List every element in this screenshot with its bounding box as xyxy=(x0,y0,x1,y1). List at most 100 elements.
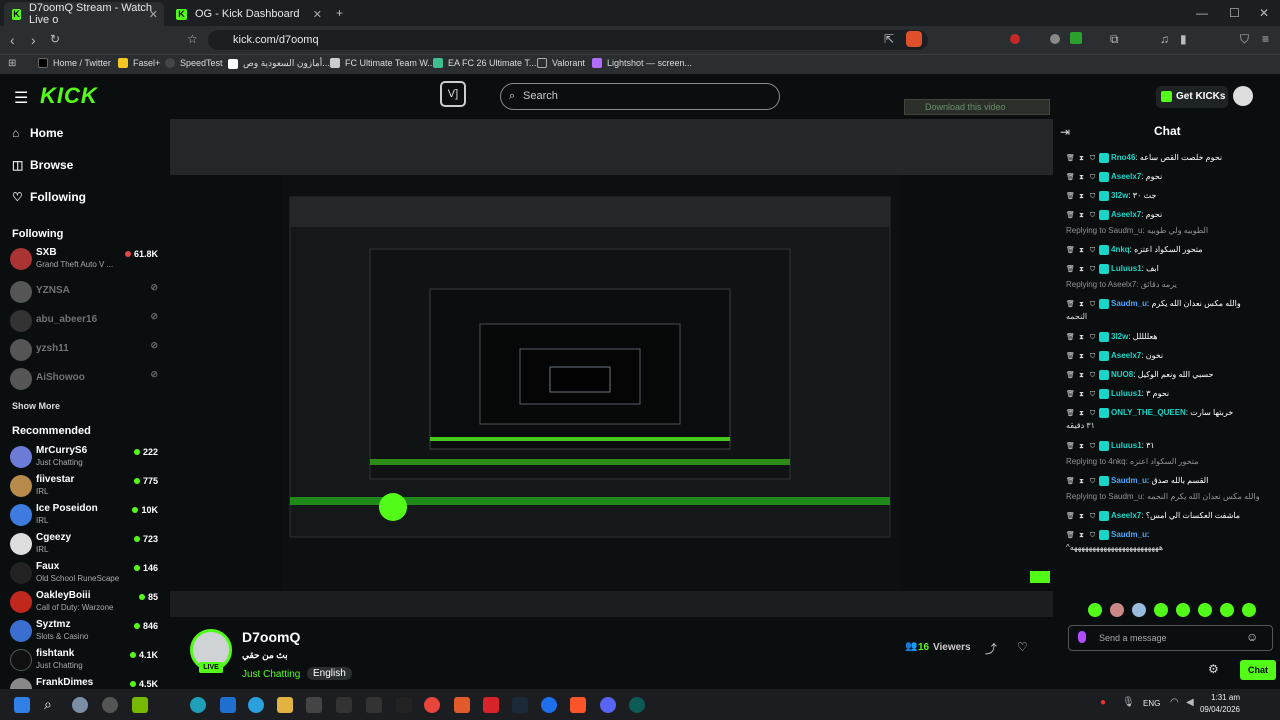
file-explorer-icon[interactable] xyxy=(277,697,293,713)
ban-shield-icon[interactable]: ⛉ xyxy=(1088,352,1097,361)
bookmark-item[interactable]: SpeedTest xyxy=(165,58,223,68)
following-channel[interactable]: YZNSA ⊘ xyxy=(10,279,160,307)
search-icon[interactable]: ⌕ xyxy=(44,696,52,713)
bookmark-item[interactable]: Valorant xyxy=(537,58,585,68)
ban-shield-icon[interactable]: ⛉ xyxy=(1088,211,1097,220)
outlook-icon[interactable] xyxy=(220,697,236,713)
forward-icon[interactable]: › xyxy=(31,32,36,48)
share-icon[interactable]: ⇱ xyxy=(884,32,894,46)
recommended-channel[interactable]: Syztmz Slots & Casino 846 xyxy=(10,618,160,646)
chat-username[interactable]: 4nkq xyxy=(1111,245,1130,254)
timeout-icon[interactable]: ⧗ xyxy=(1077,352,1086,361)
ban-shield-icon[interactable]: ⛉ xyxy=(1088,512,1097,521)
trash-icon[interactable]: 🗑 xyxy=(1066,477,1075,486)
chat-username[interactable]: Luluus1 xyxy=(1111,389,1142,398)
recommended-channel[interactable]: MrCurryS6 Just Chatting 222 xyxy=(10,444,160,472)
chat-username[interactable]: Aseelx7 xyxy=(1111,172,1141,181)
discord-icon[interactable] xyxy=(600,697,616,713)
timeout-icon[interactable]: ⧗ xyxy=(1077,512,1086,521)
app-icon[interactable] xyxy=(629,697,645,713)
timeout-icon[interactable]: ⧗ xyxy=(1077,390,1086,399)
emote-icon[interactable] xyxy=(1110,603,1124,617)
chat-username[interactable]: Aseelx7 xyxy=(1111,210,1141,219)
epic-games-icon[interactable] xyxy=(366,697,382,713)
bookmark-item[interactable]: Home / Twitter xyxy=(38,58,111,68)
timeout-icon[interactable]: ⧗ xyxy=(1077,192,1086,201)
timeout-icon[interactable]: ⧗ xyxy=(1077,173,1086,182)
trash-icon[interactable]: 🗑 xyxy=(1066,333,1075,342)
app-icon[interactable] xyxy=(454,697,470,713)
ban-shield-icon[interactable]: ⛉ xyxy=(1088,477,1097,486)
bookmark-item[interactable]: EA FC 26 Ultimate T... xyxy=(433,58,536,68)
emoji-icon[interactable]: ☺ xyxy=(1246,630,1258,644)
chat-username[interactable]: Rno46 xyxy=(1111,153,1135,162)
emote-icon[interactable] xyxy=(1198,603,1212,617)
new-tab-icon[interactable]: + xyxy=(336,6,343,20)
emote-icon[interactable] xyxy=(1088,603,1102,617)
recommended-channel[interactable]: FrankDimes 4.5K xyxy=(10,676,160,689)
ban-shield-icon[interactable]: ⛉ xyxy=(1088,442,1097,451)
ban-shield-icon[interactable]: ⛉ xyxy=(1088,154,1097,163)
timeout-icon[interactable]: ⧗ xyxy=(1077,442,1086,451)
recommended-channel[interactable]: Ice Poseidon IRL 10K xyxy=(10,502,160,530)
timeout-icon[interactable]: ⧗ xyxy=(1077,371,1086,380)
apps-grid-icon[interactable]: ⊞ xyxy=(8,58,16,69)
extension-icon[interactable] xyxy=(1070,32,1082,44)
emote-icon[interactable] xyxy=(1176,603,1190,617)
ban-shield-icon[interactable]: ⛉ xyxy=(1088,531,1097,540)
trash-icon[interactable]: 🗑 xyxy=(1066,265,1075,274)
brave-shield-icon[interactable] xyxy=(906,31,922,47)
app-icon[interactable] xyxy=(102,697,118,713)
app-icon[interactable] xyxy=(306,697,322,713)
telegram-icon[interactable] xyxy=(248,697,264,713)
category-link[interactable]: Just Chatting xyxy=(242,669,300,680)
trash-icon[interactable]: 🗑 xyxy=(1066,211,1075,220)
trash-icon[interactable]: 🗑 xyxy=(1066,352,1075,361)
ban-shield-icon[interactable]: ⛉ xyxy=(1088,300,1097,309)
ban-shield-icon[interactable]: ⛉ xyxy=(1088,173,1097,182)
browser-tab-stream[interactable]: K D7oomQ Stream - Watch Live o ✕ xyxy=(4,2,164,26)
timeout-icon[interactable]: ⧗ xyxy=(1077,333,1086,342)
ban-shield-icon[interactable]: ⛉ xyxy=(1088,192,1097,201)
chat-username[interactable]: Saudm_u xyxy=(1111,476,1147,485)
settings-icon[interactable] xyxy=(72,697,88,713)
trash-icon[interactable]: 🗑 xyxy=(1066,442,1075,451)
trash-icon[interactable]: 🗑 xyxy=(1066,371,1075,380)
collapse-chat-icon[interactable]: ⇥ xyxy=(1060,125,1070,139)
nav-following[interactable]: ♡ Following xyxy=(12,190,86,204)
chat-username[interactable]: 3l2w xyxy=(1111,332,1128,341)
ban-shield-icon[interactable]: ⛉ xyxy=(1088,333,1097,342)
emote-icon[interactable] xyxy=(1242,603,1256,617)
timeout-icon[interactable]: ⧗ xyxy=(1077,154,1086,163)
url-input[interactable]: kick.com/d7oomq xyxy=(208,30,928,50)
following-channel[interactable]: abu_abeer16 ⊘ xyxy=(10,308,160,336)
show-more-link[interactable]: Show More xyxy=(12,401,60,411)
chat-username[interactable]: Aseelx7 xyxy=(1111,511,1141,520)
following-channel[interactable]: SXB Grand Theft Auto V ... 61.8K xyxy=(10,246,160,274)
timeout-icon[interactable]: ⧗ xyxy=(1077,531,1086,540)
recommended-channel[interactable]: fishtank Just Chatting 4.1K xyxy=(10,647,160,675)
search-input[interactable]: Search xyxy=(500,83,780,110)
browser-tab-dashboard[interactable]: K OG - Kick Dashboard ✕ xyxy=(168,2,328,26)
bookmark-icon[interactable]: ☆ xyxy=(187,32,198,46)
chat-username[interactable]: Saudm_u xyxy=(1111,299,1147,308)
bookmark-item[interactable]: FC Ultimate Team W... xyxy=(330,58,435,68)
edge-icon[interactable] xyxy=(190,697,206,713)
ban-shield-icon[interactable]: ⛉ xyxy=(1088,246,1097,255)
back-icon[interactable]: ‹ xyxy=(10,32,15,48)
bookmark-item[interactable]: أمازون السعودية وص... xyxy=(228,58,330,69)
trash-icon[interactable]: 🗑 xyxy=(1066,173,1075,182)
app-icon[interactable] xyxy=(541,697,557,713)
language-tag[interactable]: English xyxy=(307,667,352,680)
chat-username[interactable]: Aseelx7 xyxy=(1111,351,1141,360)
timeout-icon[interactable]: ⧗ xyxy=(1077,211,1086,220)
sidebar-icon[interactable]: ▮ xyxy=(1180,32,1187,46)
avatar[interactable] xyxy=(1233,86,1253,106)
streamer-name[interactable]: D7oomQ xyxy=(242,629,300,645)
following-channel[interactable]: AiShowoo ⊘ xyxy=(10,366,160,394)
timeout-icon[interactable]: ⧗ xyxy=(1077,300,1086,309)
windows-start-icon[interactable] xyxy=(14,697,30,713)
steam-icon[interactable] xyxy=(512,697,528,713)
share-icon[interactable]: ⤴ xyxy=(985,640,997,657)
emote-icon[interactable] xyxy=(1154,603,1168,617)
